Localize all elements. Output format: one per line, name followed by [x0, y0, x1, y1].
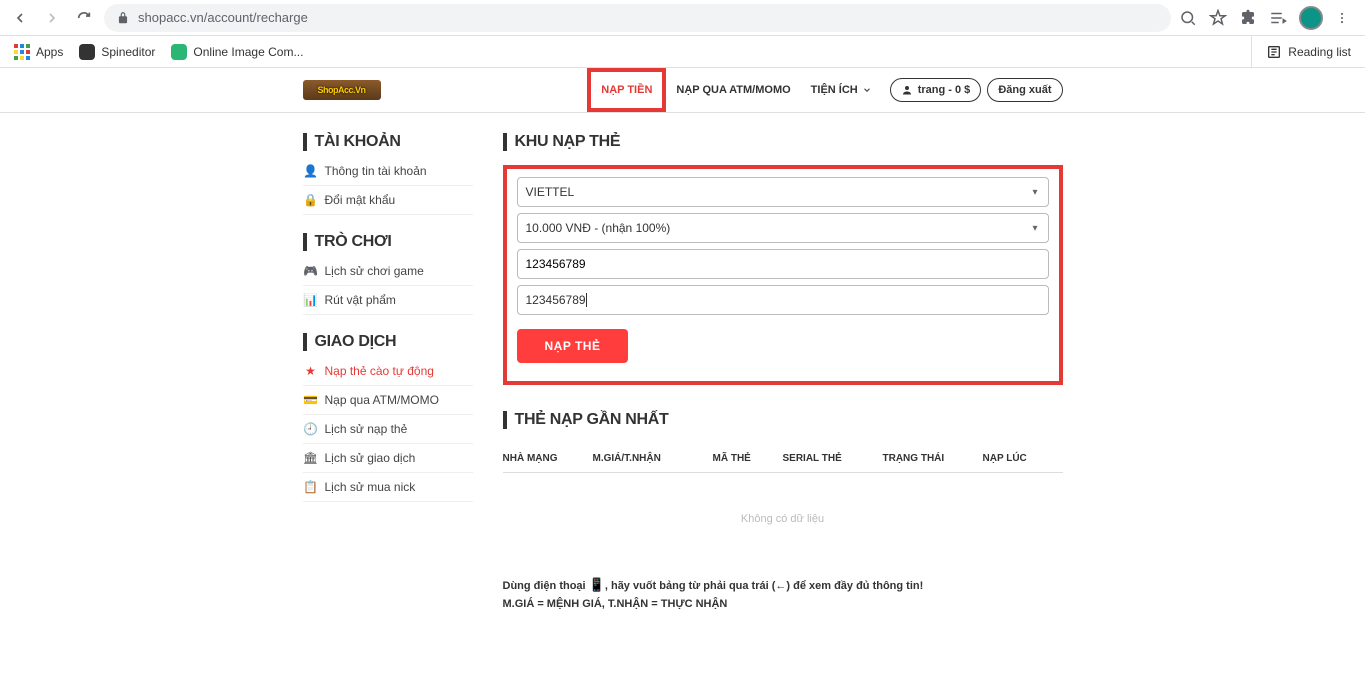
apps-bookmark[interactable]: Apps — [14, 44, 63, 60]
telco-value: VIETTEL — [526, 185, 575, 199]
form-title: KHU NẠP THẺ — [503, 133, 1063, 151]
sidebar-game-history[interactable]: 🎮 Lịch sử chơi game — [303, 257, 473, 286]
card-icon: 💳 — [305, 393, 317, 407]
chevron-down-icon — [862, 85, 872, 95]
sidebar-title-game: TRÒ CHƠI — [303, 233, 473, 251]
col-status: TRẠNG THÁI — [883, 453, 983, 464]
sidebar-title-account: TÀI KHOẢN — [303, 133, 473, 151]
hint-part: , hãy vuốt bảng từ phải qua trái (←) để … — [605, 580, 923, 592]
apps-icon — [14, 44, 30, 60]
amount-select[interactable]: 10.000 VNĐ - (nhận 100%) ▾ — [517, 213, 1049, 243]
user-balance-pill[interactable]: trang - 0 $ — [890, 78, 982, 102]
sidebar-account-info[interactable]: 👤 Thông tin tài khoản — [303, 157, 473, 186]
hint-text: Dùng điện thoại 📱, hãy vuốt bảng từ phải… — [503, 575, 1063, 613]
site-header: ShopAcc.Vn NẠP TIỀN NẠP QUA ATM/MOMO TIỆ… — [0, 68, 1365, 113]
pin-input[interactable] — [517, 249, 1049, 279]
gamepad-icon: 🎮 — [305, 264, 317, 278]
sidebar-withdraw-item[interactable]: 📊 Rút vật phẩm — [303, 286, 473, 315]
profile-avatar[interactable] — [1299, 6, 1323, 30]
bookmark-label: Apps — [36, 45, 63, 59]
user-balance-text: trang - 0 $ — [918, 84, 971, 96]
readinglist-icon — [1266, 44, 1282, 60]
sidebar-topup-atm[interactable]: 💳 Nạp qua ATM/MOMO — [303, 386, 473, 415]
sidebar-buy-history[interactable]: 📋 Lịch sử mua nick — [303, 473, 473, 502]
site-logo[interactable]: ShopAcc.Vn — [303, 80, 381, 100]
bookmark-favicon — [171, 44, 187, 60]
bookmark-label: Spineditor — [101, 45, 155, 59]
reading-list-label: Reading list — [1288, 45, 1351, 59]
clock-icon: 🕘 — [305, 422, 317, 436]
amount-value: 10.000 VNĐ - (nhận 100%) — [526, 221, 671, 235]
nav-label: TIỆN ÍCH — [811, 84, 858, 96]
submit-button[interactable]: NẠP THẺ — [517, 329, 629, 363]
content: KHU NẠP THẺ VIETTEL ▾ 10.000 VNĐ - (nhận… — [503, 133, 1063, 613]
sidebar-title-trans: GIAO DỊCH — [303, 333, 473, 351]
onlineimg-bookmark[interactable]: Online Image Com... — [171, 44, 303, 60]
col-network: NHÀ MẠNG — [503, 453, 593, 464]
lock-icon: 🔒 — [305, 193, 317, 207]
sidebar-label: Lịch sử nạp thẻ — [325, 422, 408, 436]
sidebar-change-password[interactable]: 🔒 Đổi mật khẩu — [303, 186, 473, 215]
nav-tien-ich[interactable]: TIỆN ÍCH — [801, 72, 882, 108]
back-button[interactable] — [8, 6, 32, 30]
forward-button[interactable] — [40, 6, 64, 30]
browser-toolbar: shopacc.vn/account/recharge — [0, 0, 1365, 36]
extensions-icon[interactable] — [1239, 9, 1257, 27]
bookmarks-bar: Apps Spineditor Online Image Com... Read… — [0, 36, 1365, 68]
sidebar-label: Rút vật phẩm — [325, 293, 396, 307]
col-serial: SERIAL THẺ — [783, 453, 883, 464]
telco-select[interactable]: VIETTEL ▾ — [517, 177, 1049, 207]
sidebar-topup-auto[interactable]: ★ Nạp thẻ cào tự động — [303, 357, 473, 386]
sidebar-label: Lịch sử giao dịch — [325, 451, 416, 465]
spineditor-bookmark[interactable]: Spineditor — [79, 44, 155, 60]
sidebar-topup-history[interactable]: 🕘 Lịch sử nạp thẻ — [303, 415, 473, 444]
sidebar-label: Đổi mật khẩu — [325, 193, 396, 207]
sidebar-trans-history[interactable]: 🏛 Lịch sử giao dịch — [303, 444, 473, 473]
nav-nap-atm[interactable]: NẠP QUA ATM/MOMO — [666, 72, 800, 108]
col-amount: M.GIÁ/T.NHẬN — [593, 453, 713, 464]
caret-down-icon: ▾ — [1032, 187, 1037, 198]
star-icon[interactable] — [1209, 9, 1227, 27]
col-code: MÃ THẺ — [713, 453, 783, 464]
serial-value: 123456789 — [526, 293, 587, 307]
sidebar-label: Lịch sử chơi game — [325, 264, 424, 278]
bookmark-label: Online Image Com... — [193, 45, 303, 59]
serial-input[interactable]: 123456789 — [517, 285, 1049, 315]
sidebar-label: Nạp qua ATM/MOMO — [325, 393, 439, 407]
kebab-icon[interactable] — [1335, 9, 1349, 27]
sidebar-label: Lịch sử mua nick — [325, 480, 416, 494]
reading-list-button[interactable]: Reading list — [1251, 36, 1351, 67]
user-icon — [901, 84, 913, 96]
url-text: shopacc.vn/account/recharge — [138, 10, 308, 25]
col-time: NẠP LÚC — [983, 453, 1063, 464]
recharge-form: VIETTEL ▾ 10.000 VNĐ - (nhận 100%) ▾ 123… — [503, 165, 1063, 385]
pin-field[interactable] — [526, 257, 1040, 271]
nav-nap-tien[interactable]: NẠP TIỀN — [587, 68, 666, 112]
playlist-icon[interactable] — [1269, 9, 1287, 27]
table-header: NHÀ MẠNG M.GIÁ/T.NHẬN MÃ THẺ SERIAL THẺ … — [503, 443, 1063, 473]
list-icon: 📋 — [305, 480, 317, 494]
user-icon: 👤 — [305, 164, 317, 178]
sidebar-label: Thông tin tài khoản — [325, 164, 427, 178]
zoom-icon[interactable] — [1179, 9, 1197, 27]
chart-icon: 📊 — [305, 293, 317, 307]
bookmark-favicon — [79, 44, 95, 60]
sidebar-label: Nạp thẻ cào tự động — [325, 364, 434, 378]
star-icon: ★ — [305, 364, 317, 378]
sidebar: TÀI KHOẢN 👤 Thông tin tài khoản 🔒 Đổi mật … — [303, 133, 473, 613]
phone-icon: 📱 — [589, 577, 605, 592]
caret-down-icon: ▾ — [1032, 223, 1037, 234]
reload-button[interactable] — [72, 6, 96, 30]
url-bar[interactable]: shopacc.vn/account/recharge — [104, 4, 1171, 32]
hint-line2: M.GIÁ = MỆNH GIÁ, T.NHẬN = THỰC NHẬN — [503, 598, 728, 610]
bank-icon: 🏛 — [305, 451, 317, 465]
hint-part: Dùng điện thoại — [503, 580, 589, 592]
recent-title: THẺ NẠP GẦN NHẤT — [503, 411, 1063, 429]
logout-button[interactable]: Đăng xuất — [987, 78, 1062, 102]
lock-icon — [116, 11, 130, 25]
no-data-text: Không có dữ liệu — [503, 473, 1063, 535]
